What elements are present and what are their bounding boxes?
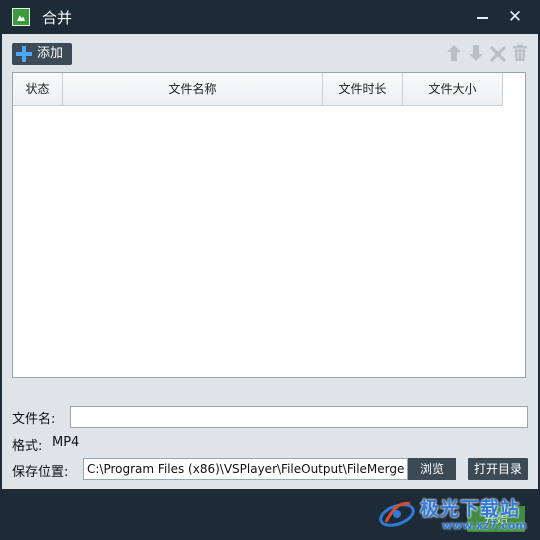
arrow-up-icon[interactable] xyxy=(446,44,462,62)
save-path-input[interactable] xyxy=(83,458,408,480)
add-button-label: 添加 xyxy=(37,46,64,61)
list-toolbar xyxy=(446,44,528,62)
app-image-icon xyxy=(12,8,30,26)
column-header-size[interactable]: 文件大小 xyxy=(403,73,503,105)
open-directory-button[interactable]: 打开目录 xyxy=(468,458,528,480)
plus-icon xyxy=(16,46,32,62)
column-header-duration[interactable]: 文件时长 xyxy=(323,73,403,105)
window-title: 合并 xyxy=(42,9,73,27)
column-header-file-name[interactable]: 文件名称 xyxy=(63,73,323,105)
format-value: MP4 xyxy=(52,435,80,450)
main-panel: 添加 状态 文件名称 文件时长 文件大小 文件名: 格式: MP4 保存位置: … xyxy=(2,34,538,489)
merge-window: 合并 ✕ 添加 状态 文件名称 文件时长 文件大小 文件名: 格式: MP4 保… xyxy=(0,0,540,540)
file-list-table[interactable]: 状态 文件名称 文件时长 文件大小 xyxy=(12,72,526,378)
remove-x-icon[interactable] xyxy=(490,44,506,62)
format-label: 格式: xyxy=(12,439,43,454)
arrow-down-icon[interactable] xyxy=(468,44,484,62)
table-header: 状态 文件名称 文件时长 文件大小 xyxy=(13,73,503,106)
title-bar[interactable]: 合并 ✕ xyxy=(0,0,540,34)
trash-icon[interactable] xyxy=(512,44,528,62)
add-button[interactable]: 添加 xyxy=(12,43,72,65)
minimize-icon[interactable] xyxy=(471,6,495,28)
file-name-input[interactable] xyxy=(70,406,528,428)
close-icon[interactable]: ✕ xyxy=(503,6,527,28)
watermark-text: 极光下载站 xyxy=(420,498,521,520)
save-path-label: 保存位置: xyxy=(12,465,69,480)
watermark-url: www.xz7.com xyxy=(442,519,527,532)
footer-bar: 开始 极光下载站 www.xz7.com xyxy=(0,489,540,540)
browse-button[interactable]: 浏览 xyxy=(408,458,456,480)
column-header-status[interactable]: 状态 xyxy=(13,73,63,105)
watermark-logo-icon xyxy=(377,495,417,531)
file-name-label: 文件名: xyxy=(12,412,56,427)
